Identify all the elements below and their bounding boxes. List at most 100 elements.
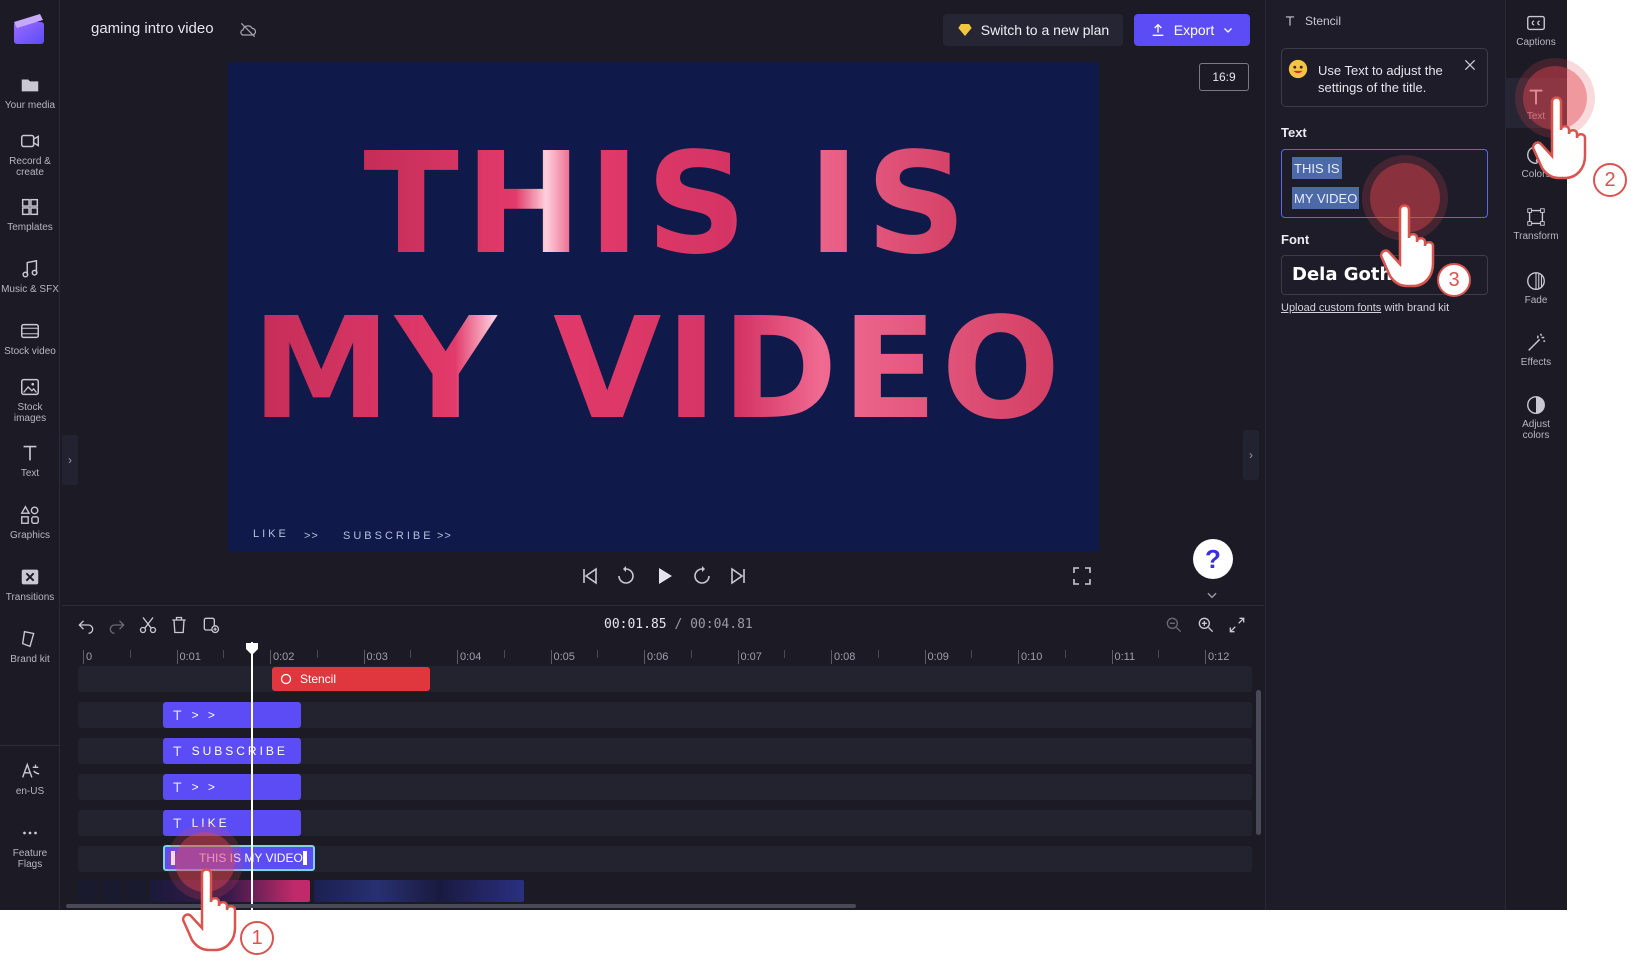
fade-icon — [1527, 272, 1545, 290]
redo-icon[interactable] — [107, 615, 127, 635]
sidebar-item-music-sfx[interactable]: Music & SFX — [0, 258, 60, 316]
sidebar-item-label: Feature Flags — [12, 848, 48, 870]
toolbar-transform[interactable]: Transform — [1505, 206, 1567, 264]
undo-icon[interactable] — [76, 615, 96, 635]
export-button[interactable]: Export — [1134, 14, 1250, 46]
sidebar-item-transitions[interactable]: Transitions — [0, 566, 60, 624]
video-preview[interactable]: THIS IS MY VIDEO LIKE >> SUBSCRIBE >> — [228, 62, 1099, 552]
sidebar-item-label: Transitions — [5, 592, 55, 603]
aspect-ratio-button[interactable]: 16:9 — [1199, 63, 1249, 91]
toolbar-adjust-colors[interactable]: Adjust colors — [1505, 394, 1567, 452]
close-icon[interactable] — [1462, 57, 1478, 73]
text-clip-subscribe[interactable]: T SUBSCRIBE — [163, 738, 301, 764]
skip-back-icon[interactable] — [578, 564, 602, 588]
current-time: 00:01.85 — [604, 617, 667, 632]
cloud-off-icon[interactable] — [238, 20, 258, 40]
left-sidebar: Your media Record & create Templates Mus… — [0, 0, 60, 910]
rewind-5-icon[interactable] — [614, 564, 638, 588]
ruler-minor-tick — [503, 650, 505, 658]
zoom-out-icon[interactable] — [1164, 615, 1184, 635]
ruler-minor-tick — [129, 650, 131, 658]
sidebar-item-stock-images[interactable]: Stock images — [0, 376, 60, 434]
track-stencil — [78, 666, 1252, 692]
forward-5-icon[interactable] — [690, 564, 714, 588]
pointer-hand-icon — [1532, 96, 1587, 180]
chevron-down-icon[interactable] — [1205, 588, 1219, 602]
sidebar-item-label: Graphics — [9, 530, 50, 541]
left-panel-expand-tab[interactable]: › — [62, 435, 78, 485]
export-label: Export — [1173, 22, 1215, 38]
text-clip-like[interactable]: T LIKE — [163, 810, 301, 836]
timeline-vertical-scrollbar[interactable] — [1256, 690, 1261, 835]
brand-kit-icon — [21, 630, 35, 648]
ruler-tick-label: 0:01 — [179, 651, 201, 663]
duplicate-icon[interactable] — [201, 615, 221, 635]
toolbar-effects[interactable]: Effects — [1505, 332, 1567, 390]
switch-plan-button[interactable]: Switch to a new plan — [943, 14, 1123, 46]
video-thumbnail — [102, 880, 122, 902]
ruler-tick — [363, 650, 365, 664]
app-logo-icon[interactable] — [12, 12, 46, 46]
toolbar-label: Captions — [1516, 37, 1556, 48]
play-icon[interactable] — [652, 564, 676, 588]
playhead-handle-icon[interactable] — [245, 642, 259, 656]
fullscreen-icon[interactable] — [1070, 564, 1094, 588]
tutorial-step-badge: 2 — [1593, 163, 1627, 197]
trim-handle-right[interactable] — [303, 851, 307, 865]
sidebar-item-templates[interactable]: Templates — [0, 196, 60, 254]
sidebar-item-language[interactable]: en-US — [0, 760, 60, 818]
preview-line-2: MY VIDEO — [252, 288, 1065, 451]
sidebar-item-feature-flags[interactable]: Feature Flags — [0, 822, 60, 880]
sidebar-item-record-create[interactable]: Record & create — [0, 130, 60, 188]
ruler-tick — [83, 650, 84, 664]
preview-like-text: LIKE — [253, 528, 289, 540]
stencil-clip[interactable]: Stencil — [272, 667, 430, 691]
text-input-line-2: MY VIDEO — [1292, 187, 1360, 209]
scissors-icon[interactable] — [138, 615, 158, 635]
transitions-icon — [21, 569, 39, 585]
text-clip-arrows[interactable]: T > > — [163, 774, 301, 800]
text-clip-label: > > — [191, 780, 218, 794]
sidebar-item-label: en-US — [15, 786, 45, 797]
ruler-tick-label: 0 — [86, 651, 93, 663]
camera-icon — [21, 134, 39, 148]
ruler-tick — [1205, 650, 1206, 664]
sidebar-item-text[interactable]: Text — [0, 442, 60, 500]
upload-fonts-line: Upload custom fonts with brand kit — [1281, 302, 1449, 314]
image-icon — [21, 378, 39, 396]
skip-forward-icon[interactable] — [726, 564, 750, 588]
ruler-minor-tick — [410, 650, 412, 658]
stencil-clip-label: Stencil — [300, 672, 337, 686]
help-button[interactable]: ? — [1193, 539, 1233, 579]
film-icon — [21, 323, 39, 339]
project-title[interactable]: gaming intro video — [91, 20, 214, 37]
ruler-tick-label: 0:05 — [553, 651, 575, 663]
text-icon — [23, 445, 37, 461]
ruler-tick — [1111, 650, 1113, 664]
toolbar-label: Transform — [1513, 231, 1559, 242]
sidebar-item-your-media[interactable]: Your media — [0, 74, 60, 132]
fit-timeline-icon[interactable] — [1227, 615, 1247, 635]
timecode: 00:01.85 / 00:04.81 — [604, 617, 753, 632]
text-clip-arrows[interactable]: T > > — [163, 702, 301, 728]
toolbar-captions[interactable]: Captions — [1505, 12, 1567, 70]
effect-circle-icon — [280, 673, 292, 685]
ruler-tick — [831, 650, 832, 664]
toolbar-fade[interactable]: Fade — [1505, 270, 1567, 328]
sidebar-item-graphics[interactable]: Graphics — [0, 504, 60, 562]
ruler-minor-tick — [597, 650, 599, 658]
right-panel-collapse-tab[interactable]: › — [1243, 430, 1259, 480]
text-clip-label: LIKE — [191, 816, 230, 830]
sidebar-item-label: Record & create — [9, 156, 51, 178]
sidebar-item-stock-video[interactable]: Stock video — [0, 320, 60, 378]
trash-icon[interactable] — [169, 615, 189, 635]
toolbar-label: Effects — [1520, 357, 1552, 368]
ruler-minor-tick — [877, 650, 879, 658]
zoom-in-icon[interactable] — [1196, 615, 1216, 635]
toolbar-label: Fade — [1524, 295, 1548, 306]
chevron-right-icon: › — [1249, 448, 1253, 462]
video-clip-strip[interactable] — [78, 880, 528, 902]
sidebar-item-brand-kit[interactable]: Brand kit — [0, 628, 60, 686]
total-time: / 00:04.81 — [674, 617, 753, 632]
upload-fonts-link[interactable]: Upload custom fonts — [1281, 302, 1381, 314]
